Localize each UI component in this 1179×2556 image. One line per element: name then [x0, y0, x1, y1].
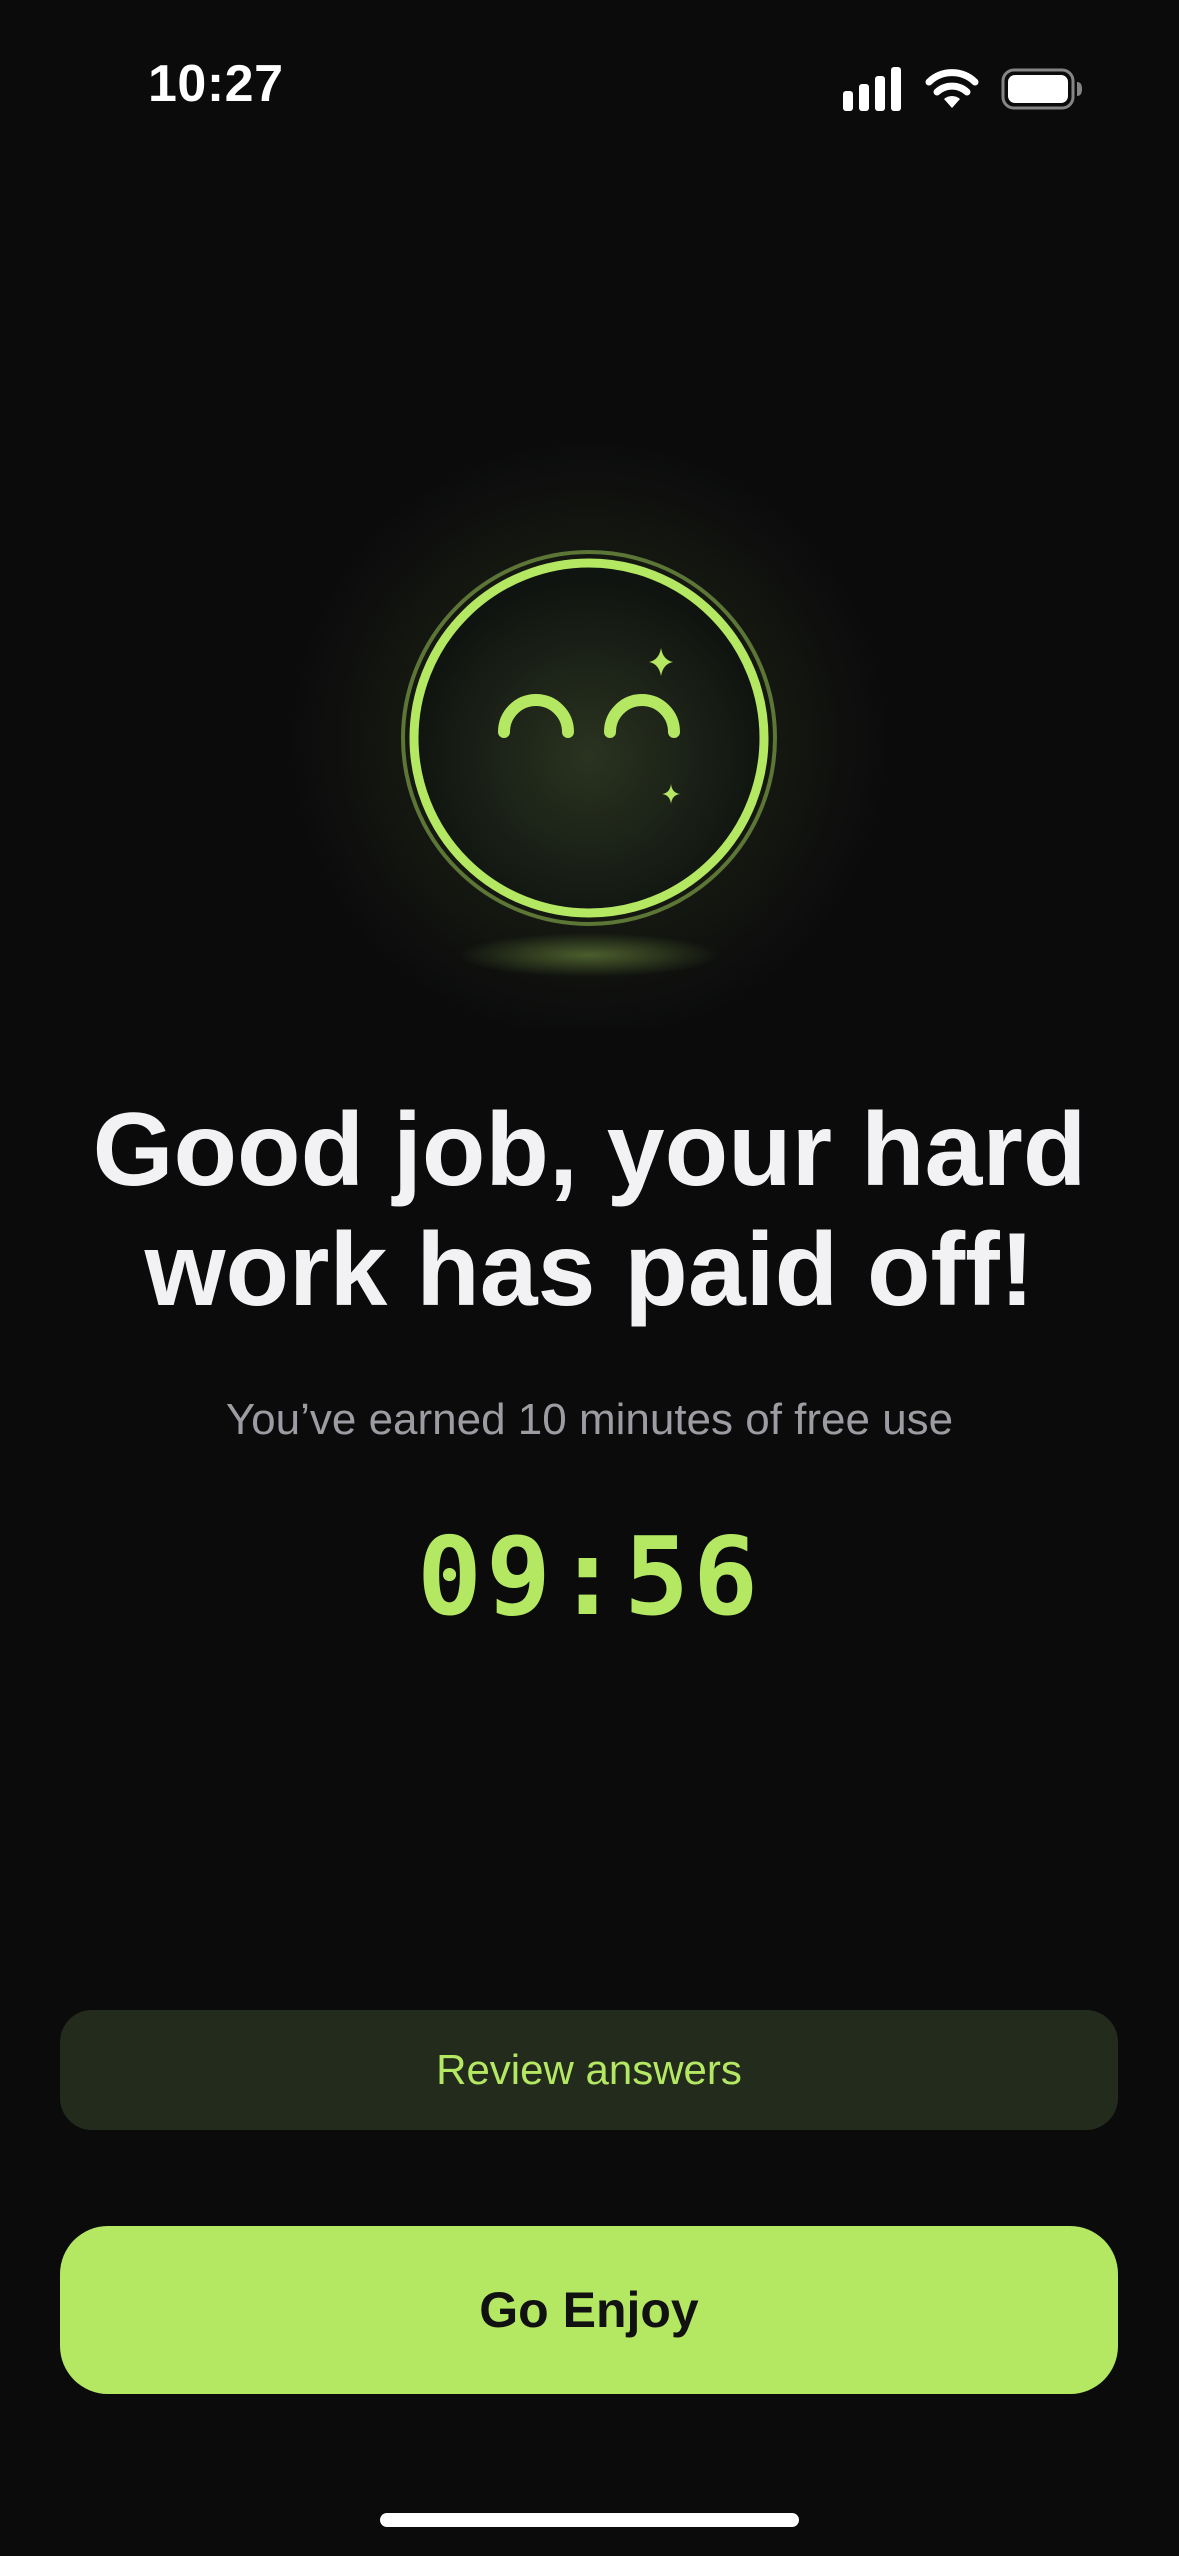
headline: Good job, your hard work has paid off!: [92, 1092, 1087, 1328]
cellular-signal-icon: [843, 67, 903, 111]
status-bar: 10:27: [0, 0, 1179, 170]
subtitle: You’ve earned 10 minutes of free use: [225, 1395, 954, 1444]
review-answers-button[interactable]: Review answers: [60, 2010, 1118, 2130]
happy-face-icon: [289, 440, 889, 1030]
status-icons: [843, 64, 1083, 114]
wifi-icon: [925, 68, 979, 110]
countdown-timer: 09:56: [416, 1515, 763, 1640]
battery-icon: [1001, 68, 1083, 110]
home-indicator[interactable]: [380, 2513, 799, 2527]
go-enjoy-button[interactable]: Go Enjoy: [60, 2226, 1118, 2394]
hero-illustration: [0, 430, 1179, 1030]
status-time: 10:27: [148, 55, 284, 113]
